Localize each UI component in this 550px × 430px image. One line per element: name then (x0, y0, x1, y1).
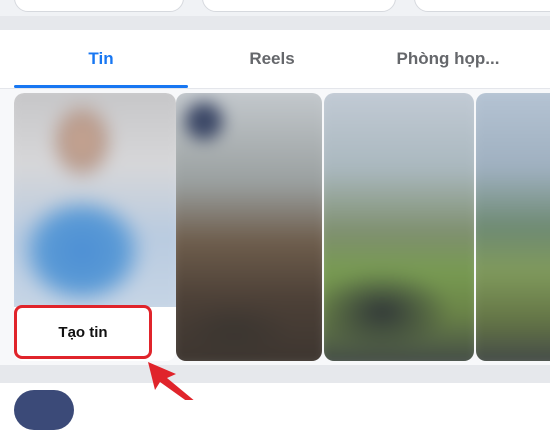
profile-photo (14, 93, 176, 307)
tab-rooms[interactable]: Phòng họp... (356, 30, 540, 88)
tab-label: Phòng họp... (396, 49, 500, 68)
top-action-button[interactable] (202, 0, 396, 12)
story-card[interactable] (176, 93, 322, 361)
next-section (0, 383, 550, 400)
pointer-arrow-icon (148, 362, 194, 400)
story-card[interactable] (324, 93, 474, 361)
tab-label: Reels (249, 49, 295, 68)
avatar (14, 390, 74, 430)
tab-stories[interactable]: Tin (14, 30, 188, 88)
stories-tabs: Tin Reels Phòng họp... (0, 30, 550, 88)
section-separator (0, 16, 550, 30)
tab-reels[interactable]: Reels (188, 30, 356, 88)
tab-label: Tin (88, 49, 114, 68)
top-action-button[interactable] (414, 0, 550, 12)
story-card[interactable] (476, 93, 550, 361)
section-separator (0, 365, 550, 383)
create-story-label: Tạo tin (58, 323, 108, 341)
top-action-button[interactable] (14, 0, 184, 12)
top-actions-strip (0, 0, 550, 16)
create-story-button[interactable]: Tạo tin (14, 305, 152, 359)
